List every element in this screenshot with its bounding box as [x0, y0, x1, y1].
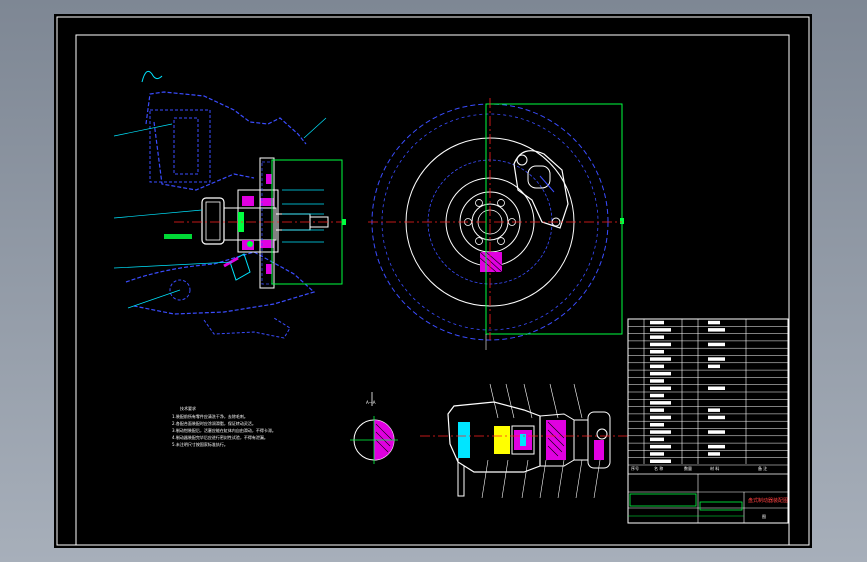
- callout-leader: [521, 459, 529, 499]
- bom-material-cell: [708, 452, 720, 456]
- bom-material-cell: [708, 430, 725, 434]
- cad-viewport[interactable]: A—A 技术要求 1.装配前所有零件应清洗干净，去除毛刺。 2.各配合面装配时应…: [54, 14, 812, 548]
- tech-requirements-title: 技术要求: [180, 405, 196, 411]
- callout-leader: [501, 459, 509, 499]
- bom-header-qty: 数量: [684, 465, 692, 471]
- drawing-frame: [75, 34, 790, 546]
- bom-name-cell: [650, 408, 664, 412]
- tech-requirement-line: 2.各配合面装配时应涂润滑脂，保证转动灵活。: [172, 420, 256, 426]
- bom-name-cell: [650, 459, 671, 463]
- bom-name-cell: [650, 320, 664, 325]
- section-a-a-view: A—A: [350, 392, 398, 464]
- bolt-hole: [497, 237, 505, 245]
- bom-name-cell: [650, 437, 664, 442]
- tech-requirement-line: 3.制动钳装配后，活塞应能在缸体内自由滑动，不得卡滞。: [172, 427, 276, 433]
- bom-name-cell: [650, 328, 671, 332]
- bom-name-cell: [650, 393, 664, 398]
- callout-leader: [505, 383, 515, 419]
- bom-name-cell: [650, 342, 671, 347]
- bom-name-cell: [650, 415, 671, 420]
- bom-name-cell: [650, 430, 671, 434]
- drawing-title: 盘式制动器装配图: [748, 497, 788, 504]
- bom-header-material: 材 料: [710, 465, 719, 471]
- bom-material-cell: [708, 320, 720, 325]
- callout-leader: [573, 383, 583, 419]
- title-block: 序号 名 称 数量 材 料 备 注 盘式制动器装配图 图: [627, 318, 789, 524]
- bom-name-cell: [650, 444, 671, 449]
- section-label: A—A: [366, 400, 376, 405]
- bom-header-name: 名 称: [654, 465, 663, 471]
- bom-name-cell: [650, 452, 664, 456]
- tech-requirement-line: 1.装配前所有零件应清洗干净，去除毛刺。: [172, 413, 248, 419]
- callout-leader: [593, 459, 601, 499]
- bom-name-cell: [650, 335, 664, 339]
- bom-name-cell: [650, 357, 671, 361]
- bom-name-cell: [650, 379, 664, 383]
- bom-material-cell: [708, 342, 725, 347]
- callout-leader: [575, 459, 583, 499]
- bom-material-cell: [708, 357, 725, 361]
- tech-requirements: 技术要求 1.装配前所有零件应清洗干净，去除毛刺。 2.各配合面装配时应涂润滑脂…: [172, 405, 276, 447]
- bom-name-cell: [650, 364, 664, 369]
- bolt-hole: [475, 237, 483, 245]
- bom-material-cell: [708, 415, 725, 420]
- bolt-hole: [475, 199, 483, 207]
- callout-leader: [481, 459, 489, 499]
- tech-requirement-line: 4.制动器装配完毕后应进行密封性试验，不得有泄漏。: [172, 434, 268, 440]
- hub-assembly-view: [113, 70, 346, 339]
- bom-header-seq: 序号: [631, 465, 639, 471]
- tech-requirement-line: 5.未注明尺寸按国家标准执行。: [172, 441, 228, 447]
- bom-material-cell: [708, 364, 720, 369]
- bom-material-cell: [708, 328, 725, 332]
- bom-name-cell: [650, 386, 671, 390]
- bom-material-cell: [708, 386, 725, 390]
- bom-material-cell: [708, 408, 720, 412]
- bom-name-cell: [650, 401, 671, 405]
- sheet-label: 图: [762, 513, 766, 519]
- bom-name-cell: [650, 423, 664, 427]
- disc-front-view: [368, 98, 624, 350]
- callout-leader: [549, 383, 559, 419]
- bom-name-cell: [650, 350, 664, 354]
- bolt-hole: [497, 199, 505, 207]
- callout-leader: [523, 383, 533, 419]
- bom-name-cell: [650, 371, 671, 376]
- cad-drawing: A—A 技术要求 1.装配前所有零件应清洗干净，去除毛刺。 2.各配合面装配时应…: [56, 16, 810, 546]
- outer-sheet-border: [56, 16, 810, 546]
- callout-leader: [489, 383, 499, 419]
- bom-material-cell: [708, 444, 725, 449]
- caliper-section-view: [420, 383, 628, 499]
- bom-header-note: 备 注: [758, 465, 767, 471]
